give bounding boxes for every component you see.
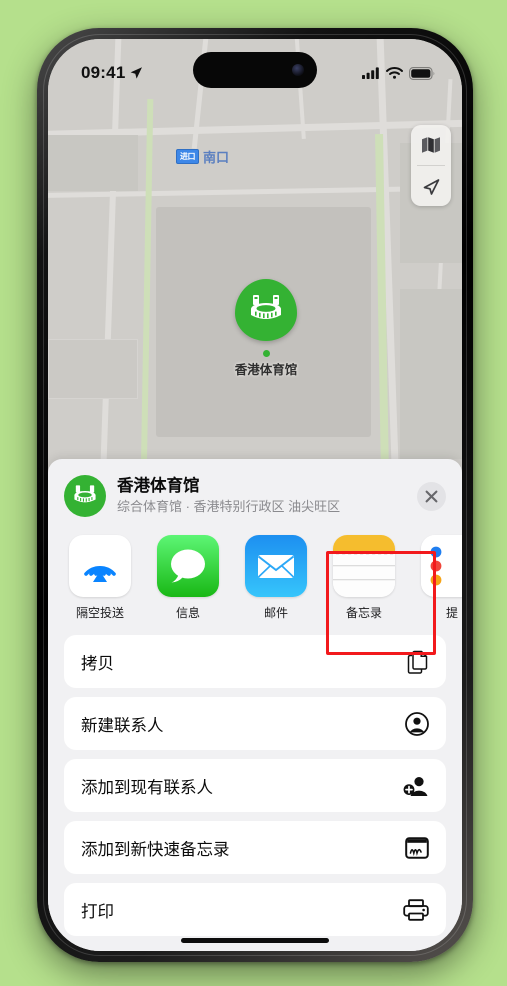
copy-documents-icon <box>403 650 429 674</box>
navigation-arrow-icon <box>423 178 439 195</box>
home-indicator[interactable] <box>181 938 329 943</box>
action-group: 添加到现有联系人 <box>64 759 446 812</box>
transit-station-name: 南口 <box>203 150 230 165</box>
app-label: 信息 <box>175 606 200 620</box>
status-time: 09:41 <box>81 63 126 82</box>
map-controls <box>411 125 451 206</box>
person-add-icon <box>403 775 429 797</box>
share-sheet-header: 香港体育馆 综合体育馆 · 香港特别行政区 油尖旺区 <box>48 459 462 529</box>
wifi-icon <box>386 67 403 79</box>
person-circle-icon <box>403 711 429 736</box>
action-group: 打印 <box>64 883 446 936</box>
phone-frame: 进口 南口 香港体育馆 09:41 香港体育馆 综合体育馆 · 香港特别行政区 … <box>37 28 473 962</box>
app-label: 备忘录 <box>345 606 382 620</box>
action-new-quick-note[interactable]: 添加到新快速备忘录 <box>64 821 446 874</box>
app-airdrop[interactable]: 隔空投送 <box>66 535 134 621</box>
action-copy[interactable]: 拷贝 <box>64 635 446 688</box>
action-add-to-contact[interactable]: 添加到现有联系人 <box>64 759 446 812</box>
map-poi-marker[interactable]: 香港体育馆 <box>232 279 300 378</box>
map-layers-button[interactable] <box>411 125 451 165</box>
printer-icon <box>403 898 429 921</box>
mail-icon <box>245 535 307 597</box>
action-new-contact[interactable]: 新建联系人 <box>64 697 446 750</box>
status-bar-right <box>362 66 435 80</box>
share-sheet: 香港体育馆 综合体育馆 · 香港特别行政区 油尖旺区 隔空投送 信息 邮件 备忘… <box>48 459 462 951</box>
close-icon <box>425 490 438 502</box>
transit-badge: 进口 <box>176 149 199 164</box>
action-label: 新建联系人 <box>81 716 164 735</box>
action-label: 拷贝 <box>81 654 114 673</box>
app-label: 提 <box>445 606 458 620</box>
phone-screen: 进口 南口 香港体育馆 09:41 香港体育馆 综合体育馆 · 香港特别行政区 … <box>48 39 462 951</box>
app-label: 邮件 <box>263 606 288 620</box>
poi-anchor-dot <box>262 350 270 357</box>
quick-note-icon <box>403 836 429 859</box>
app-messages[interactable]: 信息 <box>154 535 222 621</box>
share-app-row[interactable]: 隔空投送 信息 邮件 备忘录 提 <box>48 529 462 631</box>
action-group: 添加到新快速备忘录 <box>64 821 446 874</box>
airdrop-icon <box>69 535 131 597</box>
cellular-bars-icon <box>362 67 379 79</box>
share-action-list: 拷贝 新建联系人 添加到现有联系人 添加到新快速备忘录 打印 <box>48 631 462 936</box>
page-subtitle: 综合体育馆 · 香港特别行政区 油尖旺区 <box>117 498 341 514</box>
app-notes[interactable]: 备忘录 <box>330 535 398 621</box>
status-bar-left: 09:41 <box>81 63 143 83</box>
front-camera-icon <box>292 64 304 76</box>
action-label: 添加到现有联系人 <box>81 778 213 797</box>
poi-label: 香港体育馆 <box>234 363 298 377</box>
location-arrow-icon <box>131 67 143 79</box>
notes-icon <box>333 535 395 597</box>
locate-me-button[interactable] <box>411 166 451 206</box>
page-title: 香港体育馆 <box>117 477 200 496</box>
share-sheet-text: 香港体育馆 综合体育馆 · 香港特别行政区 油尖旺区 <box>117 476 409 516</box>
action-label: 打印 <box>81 902 114 921</box>
action-label: 添加到新快速备忘录 <box>81 840 230 859</box>
battery-full-icon <box>409 66 435 80</box>
messages-icon <box>157 535 219 597</box>
dynamic-island <box>193 52 317 88</box>
app-mail[interactable]: 邮件 <box>242 535 310 621</box>
action-group: 拷贝 <box>64 635 446 688</box>
map-layers-icon <box>422 137 440 153</box>
close-button[interactable] <box>417 481 446 511</box>
app-reminders[interactable]: 提 <box>418 535 462 621</box>
action-group: 新建联系人 <box>64 697 446 750</box>
reminders-icon <box>421 535 462 597</box>
app-label: 隔空投送 <box>75 606 124 620</box>
stadium-icon <box>235 279 297 341</box>
transit-station-label: 进口 南口 <box>176 147 229 166</box>
stadium-icon <box>64 475 106 517</box>
action-print[interactable]: 打印 <box>64 883 446 936</box>
